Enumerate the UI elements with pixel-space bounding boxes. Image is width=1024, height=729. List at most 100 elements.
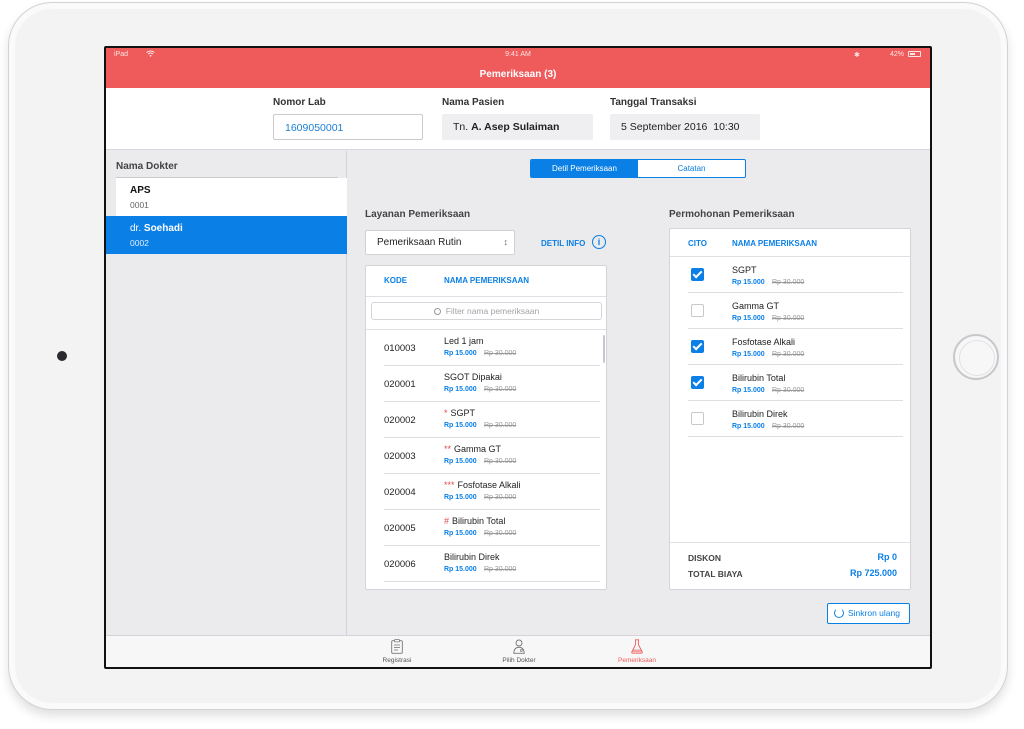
layanan-title: Layanan Pemeriksaan <box>365 209 471 220</box>
cito-checkbox[interactable] <box>691 376 704 389</box>
row-kode: 020006 <box>384 559 416 570</box>
tab-label: Pilih Dokter <box>502 657 536 664</box>
row-price: Rp 15.000 <box>444 530 477 537</box>
row-nama-text: Led 1 jam <box>444 336 484 346</box>
tab-detil-pemeriksaan[interactable]: Detil Pemeriksaan <box>531 160 638 177</box>
row-kode: 020001 <box>384 379 416 390</box>
layanan-table: KODE NAMA PEMERIKSAAN Filter nama pemeri… <box>365 265 607 590</box>
doctor-code: 0001 <box>130 200 149 210</box>
pasien-name: A. Asep Sulaiman <box>471 121 560 133</box>
flag-mark: # <box>444 516 450 526</box>
sidebar-item-soehadi[interactable]: dr. Soehadi 0002 <box>106 216 347 254</box>
status-time: 9:41 AM <box>505 51 531 58</box>
list-item: Fosfotase Alkali Rp 15.000 Rp 30.000 <box>688 329 903 365</box>
row-kode: 020005 <box>384 523 416 534</box>
total-label: TOTAL BIAYA <box>688 569 743 579</box>
table-row[interactable]: 020006 Bilirubin Direk Rp 15.000 Rp 30.000 <box>384 546 600 582</box>
row-price: Rp 15.000 <box>444 386 477 393</box>
permohonan-table: CITO NAMA PEMERIKSAAN SGPT Rp 15.000 Rp 30… <box>669 228 911 590</box>
list-item: Bilirubin Total Rp 15.000 Rp 30.000 <box>688 365 903 401</box>
layanan-select[interactable]: Pemeriksaan Rutin ↕ <box>365 230 515 255</box>
row-nama: Led 1 jam <box>444 336 484 346</box>
nomor-lab-field[interactable]: 1609050001 <box>273 114 423 140</box>
nomor-lab-label: Nomor Lab <box>273 97 326 108</box>
bluetooth-icon: ✱ <box>854 52 860 59</box>
pasien-prefix: Tn. <box>453 121 469 133</box>
battery-icon <box>908 51 921 57</box>
nama-pasien-field: Tn. A. Asep Sulaiman <box>442 114 593 140</box>
item-nama: Bilirubin Direk <box>732 409 788 419</box>
cito-checkbox[interactable] <box>691 340 704 353</box>
list-item: SGPT Rp 15.000 Rp 30.000 <box>688 257 903 293</box>
item-price: Rp 15.000 <box>732 351 765 358</box>
table-row[interactable]: 010003 Led 1 jam Rp 15.000 Rp 30.000 <box>384 330 600 366</box>
nav-bar: iPad 9:41 AM ✱ 42% Pemeriksaan (3) <box>106 48 930 88</box>
permohonan-title: Permohonan Pemeriksaan <box>669 209 795 220</box>
cito-checkbox[interactable] <box>691 268 704 281</box>
sidebar-item-aps[interactable]: APS 0001 <box>106 178 347 216</box>
filter-input[interactable]: Filter nama pemeriksaan <box>371 302 602 320</box>
info-icon[interactable]: i <box>592 235 606 249</box>
row-nama: # Bilirubin Total <box>444 516 505 526</box>
column-nama: NAMA PEMERIKSAAN <box>732 239 818 248</box>
item-old-price: Rp 30.000 <box>772 423 805 430</box>
diskon-label: DISKON <box>688 553 722 563</box>
sinkron-ulang-button[interactable]: Sinkron ulang <box>827 603 910 624</box>
row-old-price: Rp 30.000 <box>484 458 517 465</box>
doctor-name: dr. Soehadi <box>130 223 183 234</box>
row-nama: Bilirubin Direk <box>444 552 500 562</box>
item-nama: Gamma GT <box>732 301 780 311</box>
diskon-value: Rp 0 <box>877 552 897 562</box>
row-nama-text: Bilirubin Direk <box>444 552 500 562</box>
doctor-code: 0002 <box>130 238 149 248</box>
column-cito: CITO <box>688 239 707 248</box>
item-nama: SGPT <box>732 265 757 275</box>
cito-checkbox[interactable] <box>691 304 704 317</box>
row-kode: 020002 <box>384 415 416 426</box>
row-nama-text: Bilirubin Total <box>452 516 506 526</box>
table-row[interactable]: 020005 # Bilirubin Total Rp 15.000 Rp 30.000 <box>384 510 600 546</box>
row-old-price: Rp 30.000 <box>484 350 517 357</box>
doctor-name-bold: Soehadi <box>143 223 183 234</box>
doctor-name: APS <box>130 185 151 196</box>
table-row[interactable]: 020001 SGOT Dipakai Rp 15.000 Rp 30.000 <box>384 366 600 402</box>
row-kode: 020003 <box>384 451 416 462</box>
row-nama: * SGPT <box>444 408 475 418</box>
table-row[interactable]: 020004 *** Fosfotase Alkali Rp 15.000 Rp 30.… <box>384 474 600 510</box>
table-row[interactable]: 020002 * SGPT Rp 15.000 Rp 30.000 <box>384 402 600 438</box>
tab-pilih-dokter[interactable]: Pilih Dokter <box>474 636 564 667</box>
item-nama: Fosfotase Alkali <box>732 337 796 347</box>
page-title: Pemeriksaan (3) <box>479 69 557 80</box>
item-price: Rp 15.000 <box>732 423 765 430</box>
layanan-select-value: Pemeriksaan Rutin <box>377 237 462 248</box>
row-price: Rp 15.000 <box>444 494 477 501</box>
search-icon <box>433 308 441 315</box>
flag-mark: * <box>444 408 448 418</box>
chevron-updown-icon: ↕ <box>503 237 509 247</box>
item-old-price: Rp 30.000 <box>772 387 805 394</box>
cito-checkbox[interactable] <box>691 412 704 425</box>
status-battery: 42% <box>890 51 905 58</box>
row-nama-text: Gamma GT <box>454 444 502 454</box>
detil-info-link[interactable]: DETIL INFO <box>541 239 585 248</box>
home-button[interactable] <box>953 334 999 380</box>
row-kode: 020004 <box>384 487 416 498</box>
table-row[interactable]: 020003 ** Gamma GT Rp 15.000 Rp 30.000 <box>384 438 600 474</box>
sidebar-title: Nama Dokter <box>116 161 178 172</box>
scrollbar[interactable] <box>603 335 605 363</box>
column-kode: KODE <box>384 276 408 285</box>
flag-mark: ** <box>444 444 452 454</box>
tab-label: Registrasi <box>382 657 412 664</box>
app: iPad 9:41 AM ✱ 42% Pemeriksaan (3) Nomor… <box>106 48 930 667</box>
camera <box>57 351 67 361</box>
tab-catatan[interactable]: Catatan <box>638 160 745 177</box>
tab-registrasi[interactable]: Registrasi <box>352 636 442 667</box>
doctor-prefix: dr. <box>130 223 142 234</box>
divider <box>366 296 606 297</box>
item-old-price: Rp 30.000 <box>772 279 805 286</box>
row-old-price: Rp 30.000 <box>484 566 517 573</box>
clipboard-icon <box>391 639 403 654</box>
row-nama-text: SGPT <box>450 408 476 418</box>
tanggal-transaksi-label: Tanggal Transaksi <box>610 97 697 108</box>
tab-pemeriksaan[interactable]: Pemeriksaan <box>592 636 682 667</box>
